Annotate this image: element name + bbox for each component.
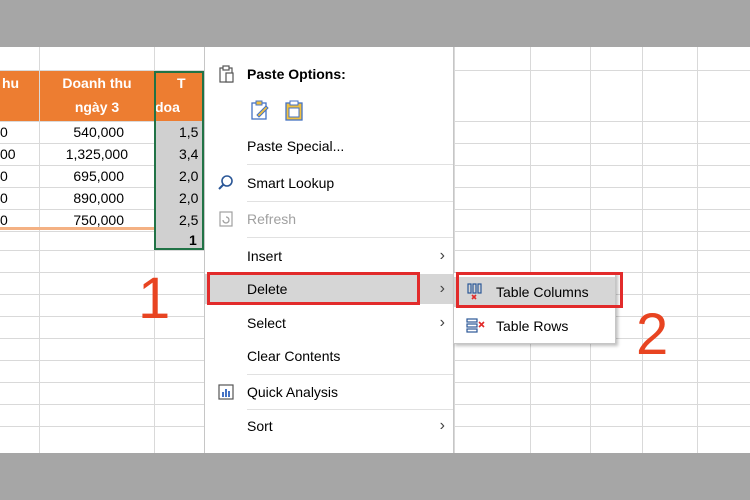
menu-separator bbox=[247, 164, 453, 165]
chevron-right-icon: › bbox=[439, 417, 445, 434]
paste-special-item[interactable]: Paste Special... bbox=[205, 131, 453, 161]
menu-item-label: Paste Special... bbox=[247, 138, 345, 154]
menu-item-label: Select bbox=[247, 315, 286, 331]
clear-contents-item[interactable]: Clear Contents bbox=[205, 341, 453, 371]
paste-options-label: Paste Options: bbox=[247, 66, 346, 82]
menu-separator bbox=[247, 237, 453, 238]
column-header-doanh-thu-ngay-3[interactable]: Doanh thu ngày 3 bbox=[40, 71, 154, 121]
chevron-right-icon: › bbox=[439, 280, 445, 297]
total-row-border bbox=[0, 227, 154, 230]
column-header-text: Doanh thu bbox=[62, 75, 132, 91]
column-header[interactable]: hu bbox=[0, 71, 39, 121]
smart-lookup-item[interactable]: Smart Lookup bbox=[205, 168, 453, 198]
clipboard-icon bbox=[217, 65, 235, 83]
menu-separator bbox=[247, 409, 453, 410]
paste-values-icon[interactable] bbox=[283, 99, 305, 121]
table-cell[interactable]: 1,325,000 bbox=[40, 143, 132, 165]
delete-table-rows-icon bbox=[466, 317, 486, 335]
quick-analysis-item[interactable]: Quick Analysis bbox=[205, 377, 453, 407]
menu-item-label: Smart Lookup bbox=[247, 175, 335, 191]
table-cell[interactable]: 0 bbox=[0, 165, 39, 187]
menu-separator bbox=[247, 201, 453, 202]
table-cell[interactable]: 00 bbox=[0, 143, 39, 165]
context-menu: Paste Options: Paste Special... Smart Lo… bbox=[204, 47, 454, 453]
delete-highlight-box bbox=[207, 272, 420, 305]
paste-options-header: Paste Options: bbox=[205, 59, 453, 89]
insert-item[interactable]: Insert › bbox=[205, 241, 453, 271]
menu-separator bbox=[247, 374, 453, 375]
selection-border bbox=[154, 71, 204, 250]
chevron-right-icon: › bbox=[439, 247, 445, 264]
search-icon bbox=[217, 174, 235, 192]
table-cell[interactable]: 540,000 bbox=[40, 121, 128, 143]
menu-item-label: Clear Contents bbox=[247, 348, 341, 364]
refresh-icon bbox=[217, 210, 235, 228]
menu-item-label: Sort bbox=[247, 418, 273, 434]
table-columns-highlight-box bbox=[456, 272, 623, 308]
sort-item[interactable]: Sort › bbox=[205, 411, 453, 441]
paste-formatting-icon[interactable] bbox=[249, 99, 271, 121]
submenu-item-label: Table Rows bbox=[496, 318, 569, 334]
quick-analysis-icon bbox=[217, 383, 235, 401]
step-2-annotation: 2 bbox=[636, 302, 669, 367]
refresh-item[interactable]: Refresh bbox=[205, 204, 453, 234]
table-cell[interactable]: 890,000 bbox=[40, 187, 128, 209]
menu-item-label: Insert bbox=[247, 248, 283, 264]
table-cell[interactable]: 695,000 bbox=[40, 165, 128, 187]
select-item[interactable]: Select › bbox=[205, 308, 453, 338]
menu-item-label: Refresh bbox=[247, 211, 297, 227]
chevron-right-icon: › bbox=[439, 314, 445, 331]
table-rows-item[interactable]: Table Rows bbox=[454, 311, 615, 341]
table-cell[interactable]: 0 bbox=[0, 187, 39, 209]
step-1-annotation: 1 bbox=[138, 266, 171, 331]
column-header-text: hu bbox=[2, 75, 20, 91]
menu-item-label: Quick Analysis bbox=[247, 384, 339, 400]
table-cell[interactable]: 0 bbox=[0, 121, 39, 143]
column-header-text: ngày 3 bbox=[74, 99, 120, 115]
